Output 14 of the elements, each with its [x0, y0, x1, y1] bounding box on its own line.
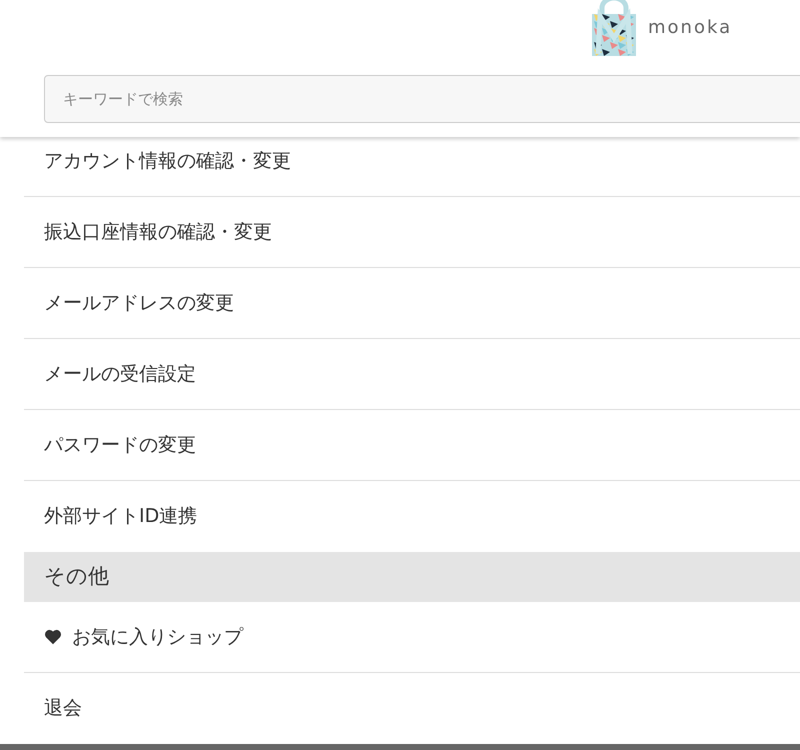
- bag-logo-icon: [590, 0, 638, 56]
- search-field[interactable]: キーワードで検索: [44, 75, 800, 123]
- menu-item[interactable]: 振込口座情報の確認・変更: [24, 197, 800, 268]
- menu-item[interactable]: 退会: [24, 673, 800, 744]
- menu-item-label: お気に入りショップ: [72, 624, 243, 650]
- menu-item[interactable]: パスワードの変更: [24, 410, 800, 481]
- menu-item[interactable]: メールアドレスの変更: [24, 268, 800, 339]
- menu-item[interactable]: アカウント情報の確認・変更: [24, 137, 800, 197]
- menu-item[interactable]: メールの受信設定: [24, 339, 800, 410]
- menu-item[interactable]: 外部サイトID連携: [24, 481, 800, 552]
- menu-item[interactable]: お気に入りショップ: [24, 602, 800, 673]
- section-header: その他: [24, 552, 800, 602]
- logo-text: monoka: [648, 16, 732, 40]
- heart-icon: [44, 629, 62, 645]
